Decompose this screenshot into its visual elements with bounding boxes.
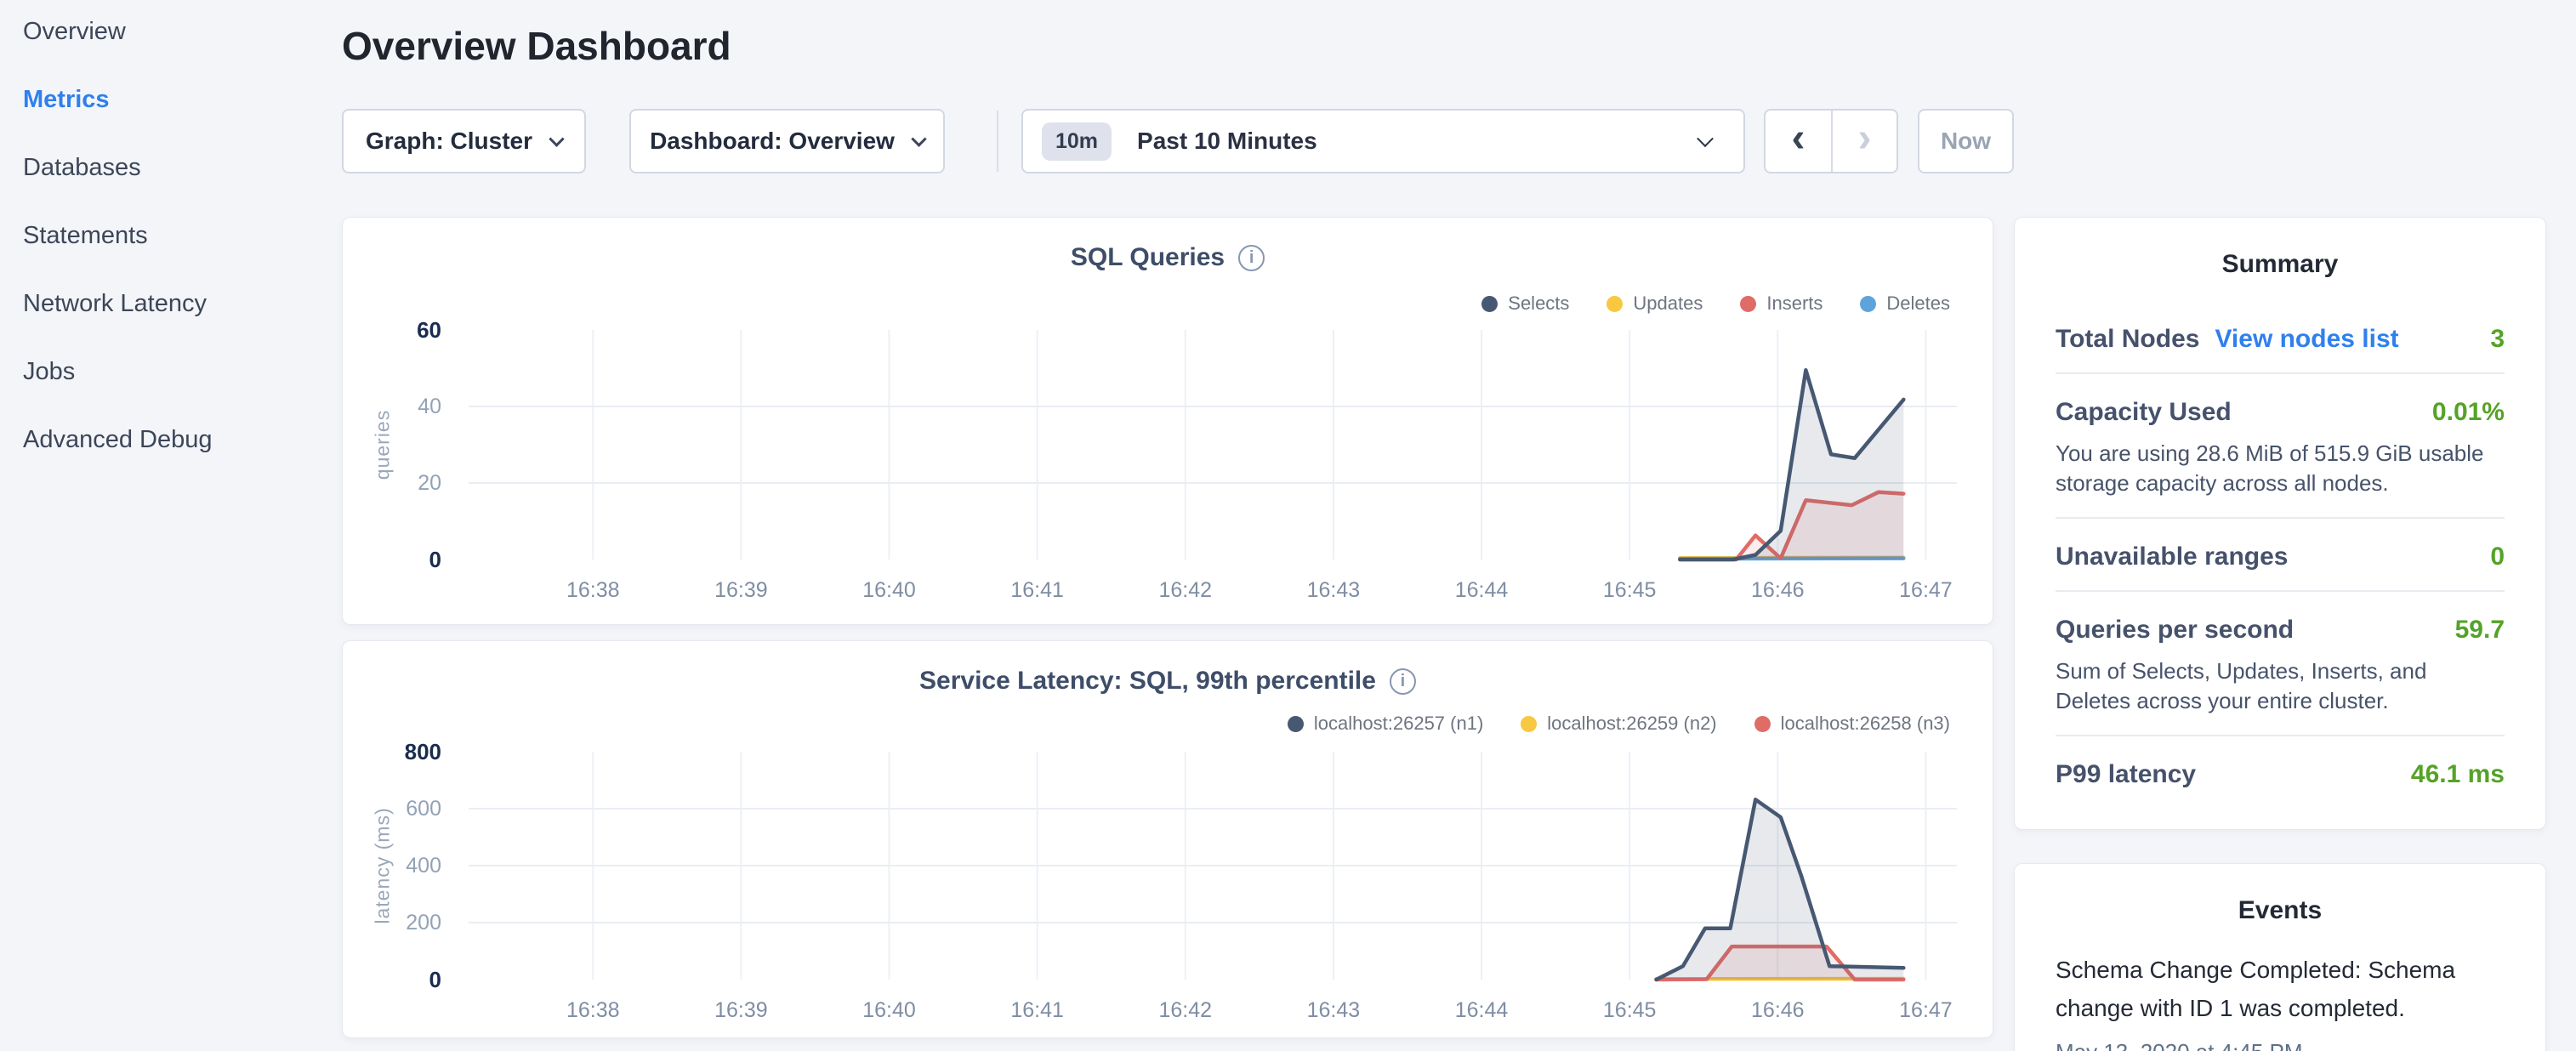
y-tick-label: 40	[331, 393, 441, 420]
next-timespan-button[interactable]: ›	[1831, 111, 1896, 172]
page-title: Overview Dashboard	[342, 22, 731, 70]
chevron-down-icon	[549, 131, 564, 146]
sql-queries-chart-card: SQL Queries i SelectsUpdatesInsertsDelet…	[342, 217, 1993, 625]
sidebar-item-overview[interactable]: Overview	[23, 7, 126, 56]
y-tick-label: 20	[331, 469, 441, 497]
events-list: Schema Change Completed: Schema change w…	[2056, 951, 2505, 1051]
y-tick-label: 400	[331, 852, 441, 879]
x-tick-label: 16:41	[1010, 998, 1064, 1023]
chart-plot-area[interactable]	[343, 641, 1994, 1039]
events-title: Events	[2015, 896, 2545, 925]
sidebar-item-network-latency[interactable]: Network Latency	[23, 279, 207, 328]
x-tick-label: 16:47	[1899, 578, 1953, 603]
y-tick-label: 0	[331, 546, 441, 573]
x-tick-label: 16:38	[566, 998, 620, 1023]
summary-rows: Total Nodes View nodes list 3 Capacity Used…	[2056, 301, 2505, 808]
sidebar-item-jobs[interactable]: Jobs	[23, 347, 75, 396]
summary-row: P99 latency 46.1 ms	[2056, 735, 2505, 808]
dashboard-dropdown-label: Dashboard: Overview	[650, 128, 895, 155]
previous-timespan-button[interactable]: ‹	[1766, 111, 1831, 172]
graph-source-dropdown-label: Graph: Cluster	[366, 128, 532, 155]
summary-note: You are using 28.6 MiB of 515.9 GiB usab…	[2056, 439, 2505, 498]
x-tick-label: 16:43	[1307, 578, 1361, 603]
y-tick-label: 60	[331, 316, 441, 344]
summary-panel: Summary Total Nodes View nodes list 3 Capac…	[2014, 217, 2546, 830]
dashboard-dropdown[interactable]: Dashboard: Overview	[629, 109, 945, 173]
event-timestamp: May 13, 2020 at 4:45 PM	[2056, 1039, 2505, 1051]
sidebar-item-metrics[interactable]: Metrics	[23, 75, 110, 124]
summary-title: Summary	[2015, 250, 2545, 279]
x-tick-label: 16:39	[714, 578, 768, 603]
chevron-down-icon	[911, 131, 926, 146]
time-step-buttons: ‹ ›	[1764, 109, 1898, 173]
x-tick-label: 16:42	[1159, 998, 1213, 1023]
y-tick-label: 600	[331, 795, 441, 822]
sidebar-item-statements[interactable]: Statements	[23, 211, 148, 260]
x-tick-label: 16:44	[1455, 998, 1509, 1023]
chart-plot-area[interactable]	[343, 218, 1994, 626]
summary-row: Total Nodes View nodes list 3	[2056, 301, 2505, 372]
summary-label: Unavailable ranges	[2056, 543, 2288, 571]
y-tick-label: 200	[331, 909, 441, 936]
time-range-dropdown[interactable]: 10m Past 10 Minutes	[1021, 109, 1745, 173]
summary-row-head: Unavailable ranges 0	[2056, 543, 2505, 571]
summary-row-head: Capacity Used 0.01%	[2056, 398, 2505, 427]
now-button[interactable]: Now	[1918, 109, 2014, 173]
summary-label: Capacity Used	[2056, 398, 2232, 427]
controls-divider	[997, 111, 998, 172]
x-tick-label: 16:40	[862, 578, 916, 603]
x-tick-label: 16:46	[1751, 998, 1805, 1023]
event-text: Schema Change Completed: Schema change w…	[2056, 951, 2505, 1027]
time-range-label: Past 10 Minutes	[1137, 128, 1317, 155]
x-tick-label: 16:47	[1899, 998, 1953, 1023]
summary-row: Queries per second 59.7 Sum of Selects, Up…	[2056, 590, 2505, 735]
y-tick-label: 0	[331, 966, 441, 993]
app-root: Overview Metrics Databases Statements Networ…	[0, 0, 2576, 1051]
summary-value: 0	[2490, 543, 2505, 571]
summary-label: P99 latency	[2056, 760, 2196, 789]
summary-value: 3	[2490, 325, 2505, 354]
summary-value: 59.7	[2455, 616, 2505, 645]
x-tick-label: 16:40	[862, 998, 916, 1023]
event-list-item[interactable]: Schema Change Completed: Schema change w…	[2056, 951, 2505, 1051]
summary-value: 0.01%	[2432, 398, 2505, 427]
y-tick-label: 800	[331, 738, 441, 765]
x-tick-label: 16:39	[714, 998, 768, 1023]
summary-note: Sum of Selects, Updates, Inserts, and De…	[2056, 656, 2505, 716]
sidebar-nav: Overview Metrics Databases Statements Networ…	[0, 0, 340, 1051]
graph-source-dropdown[interactable]: Graph: Cluster	[342, 109, 586, 173]
sidebar-item-databases[interactable]: Databases	[23, 143, 141, 192]
x-tick-label: 16:38	[566, 578, 620, 603]
view-nodes-list-link[interactable]: View nodes list	[2215, 325, 2398, 354]
x-tick-label: 16:41	[1010, 578, 1064, 603]
sidebar-item-advanced-debug[interactable]: Advanced Debug	[23, 415, 213, 464]
x-tick-label: 16:46	[1751, 578, 1805, 603]
summary-value: 46.1 ms	[2411, 760, 2505, 789]
chevron-down-icon	[1697, 130, 1714, 147]
summary-row: Unavailable ranges 0	[2056, 517, 2505, 590]
x-tick-label: 16:45	[1603, 578, 1657, 603]
service-latency-chart-card: Service Latency: SQL, 99th percentile i …	[342, 640, 1993, 1038]
summary-label: Total Nodes	[2056, 325, 2199, 354]
x-tick-label: 16:43	[1307, 998, 1361, 1023]
summary-row-head: P99 latency 46.1 ms	[2056, 760, 2505, 789]
summary-row-head: Total Nodes View nodes list 3	[2056, 325, 2505, 354]
summary-row: Capacity Used 0.01% You are using 28.6 MiB…	[2056, 372, 2505, 517]
x-tick-label: 16:45	[1603, 998, 1657, 1023]
summary-label: Queries per second	[2056, 616, 2294, 645]
time-range-badge: 10m	[1042, 122, 1112, 161]
x-tick-label: 16:44	[1455, 578, 1509, 603]
summary-row-head: Queries per second 59.7	[2056, 616, 2505, 645]
x-tick-label: 16:42	[1159, 578, 1213, 603]
events-panel: Events Schema Change Completed: Schema c…	[2014, 863, 2546, 1051]
